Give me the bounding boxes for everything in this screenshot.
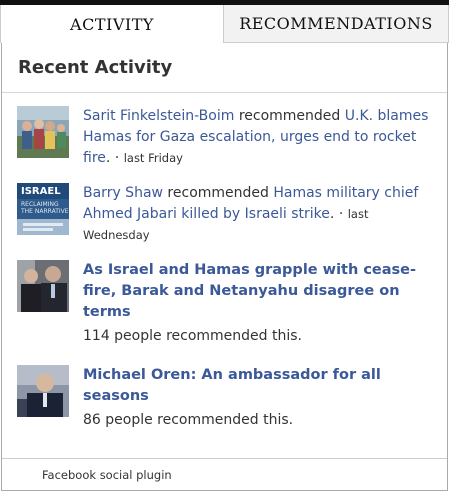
- book-subtitle2-text: THE NARRATIVE: [20, 208, 69, 215]
- activity-verb: recommended: [162, 185, 274, 201]
- facebook-activity-plugin: Recent Activity Sarit Finkelstein-Boim r…: [1, 43, 448, 491]
- book-title-text: ISRAEL: [21, 186, 61, 197]
- tab-bar: ACTIVITY RECOMMENDATIONS: [0, 0, 449, 43]
- activity-text: Barry Shaw recommended Hamas military ch…: [83, 183, 437, 246]
- tab-activity[interactable]: ACTIVITY: [0, 5, 224, 43]
- book-subtitle-text: RECLAIMING: [21, 201, 59, 208]
- article-title-link[interactable]: Michael Oren: An ambassador for all seas…: [83, 367, 381, 404]
- politicians-photo-thumbnail[interactable]: [17, 260, 69, 312]
- activity-text: Sarit Finkelstein-Boim recommended U.K. …: [83, 106, 437, 169]
- plugin-heading: Recent Activity: [18, 57, 173, 78]
- activity-verb: recommended: [234, 108, 345, 124]
- recommend-count: 114 people recommended this.: [83, 328, 302, 344]
- separator: . ·: [105, 150, 124, 166]
- plugin-footer: Facebook social plugin: [2, 458, 447, 490]
- actor-link[interactable]: Sarit Finkelstein-Boim: [83, 108, 234, 124]
- book-cover-thumbnail[interactable]: ISRAEL RECLAIMING THE NARRATIVE: [17, 183, 69, 235]
- family-photo-thumbnail[interactable]: [17, 106, 69, 158]
- recommend-count: 86 people recommended this.: [83, 412, 294, 428]
- timestamp: last Friday: [123, 151, 183, 165]
- separator: . ·: [329, 206, 348, 222]
- tab-recommendations[interactable]: RECOMMENDATIONS: [224, 5, 449, 43]
- recommendation-text: Michael Oren: An ambassador for all seas…: [83, 365, 437, 431]
- article-title-link[interactable]: As Israel and Hamas grapple with cease-f…: [83, 262, 416, 320]
- facebook-social-plugin-link[interactable]: Facebook social plugin: [42, 468, 172, 482]
- ambassador-photo-thumbnail[interactable]: [17, 365, 69, 417]
- plugin-header: Recent Activity: [2, 43, 447, 93]
- recommendation-text: As Israel and Hamas grapple with cease-f…: [83, 260, 437, 347]
- actor-link[interactable]: Barry Shaw: [83, 185, 163, 201]
